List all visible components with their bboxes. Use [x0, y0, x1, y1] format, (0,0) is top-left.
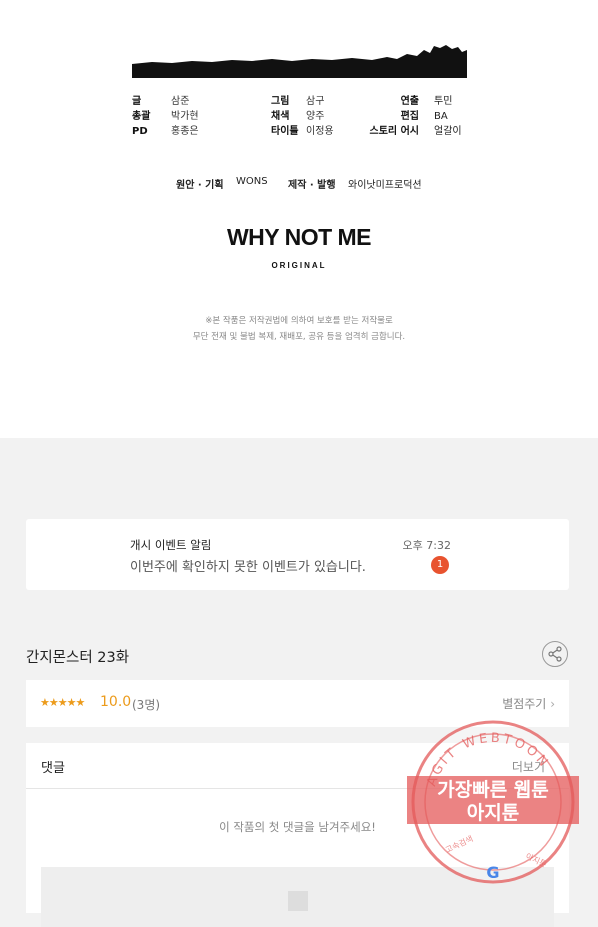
- plan-value: WONS: [236, 176, 268, 187]
- rating-count: (3명): [132, 698, 161, 712]
- rating-card: ★★★★★ 10.0 (3명) 별점주기 ›: [26, 680, 569, 727]
- event-alert-card[interactable]: 개시 이벤트 알림 이번주에 확인하지 못한 이벤트가 있습니다. 오후 7:3…: [26, 519, 569, 590]
- credit-role: 채색: [271, 111, 290, 122]
- credit-role: 글: [132, 96, 142, 107]
- credit-role: 타이틀: [271, 126, 299, 137]
- alert-title: 개시 이벤트 알림: [130, 538, 212, 552]
- copyright-notice: ※본 작품은 저작권법에 의하여 보호를 받는 저작물로 무단 전재 및 불법 …: [0, 313, 598, 345]
- share-button[interactable]: [542, 641, 568, 667]
- credits-column-3-roles: 연출 편집 스토리 어시: [369, 94, 419, 139]
- credit-name: 삼준: [171, 96, 190, 107]
- credit-role: 연출: [400, 96, 419, 107]
- chevron-right-icon: ›: [550, 697, 555, 711]
- brand-subtitle: ORIGINAL: [271, 261, 327, 270]
- rate-button-label: 별점주기: [502, 697, 547, 711]
- comments-title: 댓글: [41, 761, 65, 776]
- credit-name: 이정용: [306, 126, 334, 137]
- publish-value: 와이낫미프로덕션: [348, 180, 422, 191]
- comments-card: 댓글 더보기 이 작품의 첫 댓글을 남겨주세요!: [26, 743, 569, 927]
- credit-role: 총괄: [132, 111, 151, 122]
- credits-column-2: 그림 삼구 채색 양주 타이틀 이정용: [271, 94, 334, 139]
- alert-time: 오후 7:32: [402, 539, 451, 552]
- credit-name: 삼구: [306, 96, 325, 107]
- comments-more-link[interactable]: 더보기: [512, 758, 545, 775]
- comment-input-area[interactable]: [41, 867, 554, 927]
- rate-button[interactable]: 별점주기 ›: [502, 695, 555, 712]
- episode-title: 간지몬스터 23화: [26, 650, 130, 666]
- credit-name: 박가현: [171, 111, 199, 122]
- cityscape-silhouette-image: [132, 45, 467, 78]
- credit-name: 얼갈이: [434, 126, 462, 137]
- credits-column-3-names: 투민 BA 얼갈이: [434, 94, 462, 139]
- publish-label: 제작 · 발행: [288, 180, 336, 191]
- alert-message: 이번주에 확인하지 못한 이벤트가 있습니다.: [130, 560, 366, 575]
- brand-logo-text: WHY NOT ME: [226, 224, 372, 250]
- credit-role: PD: [132, 126, 148, 137]
- star-rating-icons: ★★★★★: [40, 696, 85, 709]
- comments-empty-message: 이 작품의 첫 댓글을 남겨주세요!: [219, 820, 376, 834]
- episode-end-credits-panel: 글 삼준 총괄 박가현 PD 홍종은 그림 삼구 채색 양주 타이틀 이정용 연출 편집 스…: [0, 0, 598, 438]
- plan-label: 원안 · 기획: [176, 180, 224, 191]
- comments-header: 댓글 더보기: [26, 743, 569, 789]
- unread-count-badge: 1: [431, 556, 449, 574]
- notice-line: ※본 작품은 저작권법에 의하여 보호를 받는 저작물로: [205, 316, 393, 326]
- credit-role: 스토리 어시: [369, 126, 419, 137]
- share-icon: [548, 646, 562, 662]
- credit-name: 투민: [434, 96, 453, 107]
- credit-name: 양주: [306, 111, 325, 122]
- credit-role: 편집: [400, 111, 419, 122]
- credit-name: 홍종은: [171, 126, 199, 137]
- credit-role: 그림: [271, 96, 290, 107]
- credit-name: BA: [434, 111, 448, 122]
- comment-placeholder-icon: [288, 891, 308, 911]
- credits-column-1: 글 삼준 총괄 박가현 PD 홍종은: [132, 94, 199, 139]
- notice-line: 무단 전재 및 불법 복제, 재배포, 공유 등을 엄격히 금합니다.: [192, 332, 406, 342]
- rating-score: 10.0: [100, 694, 132, 710]
